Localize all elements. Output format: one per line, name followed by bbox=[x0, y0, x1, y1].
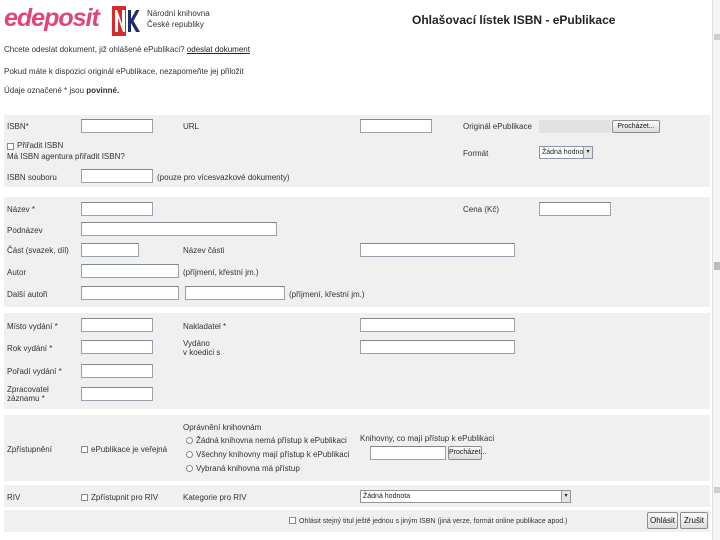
other-authors-note: (příjmení, křestní jm.) bbox=[289, 290, 365, 299]
radio-all-libraries[interactable] bbox=[186, 451, 193, 458]
subtitle-label: Podnázev bbox=[7, 226, 43, 235]
processor-label-2: záznamu * bbox=[7, 394, 45, 403]
edeposit-logo-text: edeposit bbox=[4, 4, 100, 32]
chevron-down-icon: ▾ bbox=[583, 147, 592, 158]
title-label: Název * bbox=[7, 205, 36, 214]
other-author-input-2[interactable] bbox=[185, 286, 285, 300]
place-label: Místo vydání * bbox=[7, 322, 58, 331]
ignore-duplicate-checkbox[interactable] bbox=[289, 517, 296, 524]
other-author-input-1[interactable] bbox=[81, 286, 179, 300]
publisher-label: Nakladatel * bbox=[183, 322, 227, 331]
radio-no-library-label: Žádná knihovna nemá přístup k ePublikaci bbox=[196, 436, 347, 445]
submit-button[interactable]: Ohlásit bbox=[647, 512, 678, 529]
format-select[interactable]: Žádná hodnota ▾ bbox=[539, 146, 593, 159]
nk-logo-mark bbox=[112, 6, 140, 36]
riv-checkbox[interactable] bbox=[81, 494, 88, 501]
year-label: Rok vydání * bbox=[7, 344, 53, 353]
intro-line2: Pokud máte k dispozici originál ePublika… bbox=[4, 67, 244, 76]
assign-isbn-label: Přiřadit ISBN bbox=[17, 141, 64, 150]
scroll-down-icon[interactable] bbox=[714, 487, 720, 493]
subtitle-input[interactable] bbox=[81, 222, 277, 236]
library-access-title: Oprávnění knihovnám bbox=[183, 423, 262, 432]
library-access-note: Knihovny, co mají přístup k ePublikaci bbox=[360, 434, 495, 443]
isbn-input[interactable] bbox=[81, 119, 153, 133]
radio-no-library[interactable] bbox=[186, 437, 193, 444]
public-epub-label: ePublikace je veřejná bbox=[91, 445, 168, 454]
original-browse-button[interactable]: Procházet... bbox=[612, 120, 660, 133]
riv-checkbox-label: Zpřístupnit pro RIV bbox=[91, 493, 159, 502]
author-note: (příjmení, křestní jm.) bbox=[183, 268, 259, 277]
library-browse-button[interactable]: Procházet... bbox=[448, 446, 486, 460]
riv-category-value: Žádná hodnota bbox=[363, 493, 411, 500]
year-input[interactable] bbox=[81, 340, 153, 354]
nk-name-line1: Národní knihovna bbox=[147, 9, 210, 18]
edeposit-logo: edeposit bbox=[4, 4, 100, 33]
original-label: Originál ePublikace bbox=[463, 122, 532, 131]
ignore-duplicate-label: Ohlásit stejný titul ještě jednou s jiný… bbox=[299, 518, 568, 525]
riv-category-select[interactable]: Žádná hodnota ▾ bbox=[360, 490, 571, 503]
scroll-thumb[interactable] bbox=[714, 262, 720, 270]
intro-line1: Chcete odeslat dokument, již ohlášené eP… bbox=[4, 45, 250, 54]
part-name-input[interactable] bbox=[360, 243, 515, 257]
public-epub-checkbox[interactable] bbox=[81, 446, 88, 453]
part-input[interactable] bbox=[81, 243, 139, 257]
isbn-set-label: ISBN souboru bbox=[7, 173, 57, 182]
coedition-label-2: v koedici s bbox=[183, 348, 221, 357]
place-input[interactable] bbox=[81, 318, 153, 332]
format-label: Formát bbox=[463, 149, 489, 158]
intro-line3: Údaje označené * jsou povinné. bbox=[4, 86, 120, 95]
isbn-label: ISBN* bbox=[7, 122, 29, 131]
radio-all-libraries-label: Všechny knihovny mají přístup k ePublika… bbox=[196, 450, 350, 459]
assign-isbn-checkbox[interactable] bbox=[7, 143, 14, 150]
title-input[interactable] bbox=[81, 202, 153, 216]
coedition-input[interactable] bbox=[360, 340, 515, 354]
price-input[interactable] bbox=[539, 202, 611, 216]
isbn-set-note: (pouze pro vícesvazkové dokumenty) bbox=[157, 173, 290, 182]
riv-label: RIV bbox=[7, 493, 21, 502]
price-label: Cena (Kč) bbox=[463, 205, 500, 214]
nk-name-line2: České republiky bbox=[147, 20, 204, 29]
original-file-path[interactable] bbox=[539, 120, 611, 133]
vertical-scrollbar[interactable] bbox=[712, 0, 720, 540]
library-file-input[interactable] bbox=[370, 446, 446, 460]
cancel-button[interactable]: Zrušit bbox=[680, 512, 708, 529]
edition-order-input[interactable] bbox=[81, 364, 153, 378]
part-name-label: Název části bbox=[183, 246, 225, 255]
send-document-link[interactable]: odeslat dokument bbox=[187, 45, 250, 54]
radio-selected-library[interactable] bbox=[186, 465, 193, 472]
riv-category-label: Kategorie pro RIV bbox=[183, 493, 247, 502]
publisher-input[interactable] bbox=[360, 318, 515, 332]
form-title: Ohlašovací lístek ISBN - ePublikace bbox=[412, 13, 616, 27]
url-label: URL bbox=[183, 122, 200, 131]
author-input[interactable] bbox=[81, 264, 179, 278]
other-authors-label: Další autoři bbox=[7, 290, 48, 299]
access-label: Zpřístupnění bbox=[7, 445, 52, 454]
scroll-up-icon[interactable] bbox=[714, 34, 720, 40]
assign-isbn-help: Má ISBN agentura přiřadit ISBN? bbox=[7, 152, 125, 161]
isbn-set-input[interactable] bbox=[81, 169, 153, 183]
url-input[interactable] bbox=[360, 119, 432, 133]
part-label: Část (svazek, díl) bbox=[7, 246, 69, 255]
processor-input[interactable] bbox=[81, 387, 153, 401]
radio-selected-library-label: Vybraná knihovna má přístup bbox=[196, 464, 300, 473]
author-label: Autor bbox=[7, 268, 27, 277]
chevron-down-icon: ▾ bbox=[561, 491, 570, 502]
edition-order-label: Pořadí vydání * bbox=[7, 367, 62, 376]
